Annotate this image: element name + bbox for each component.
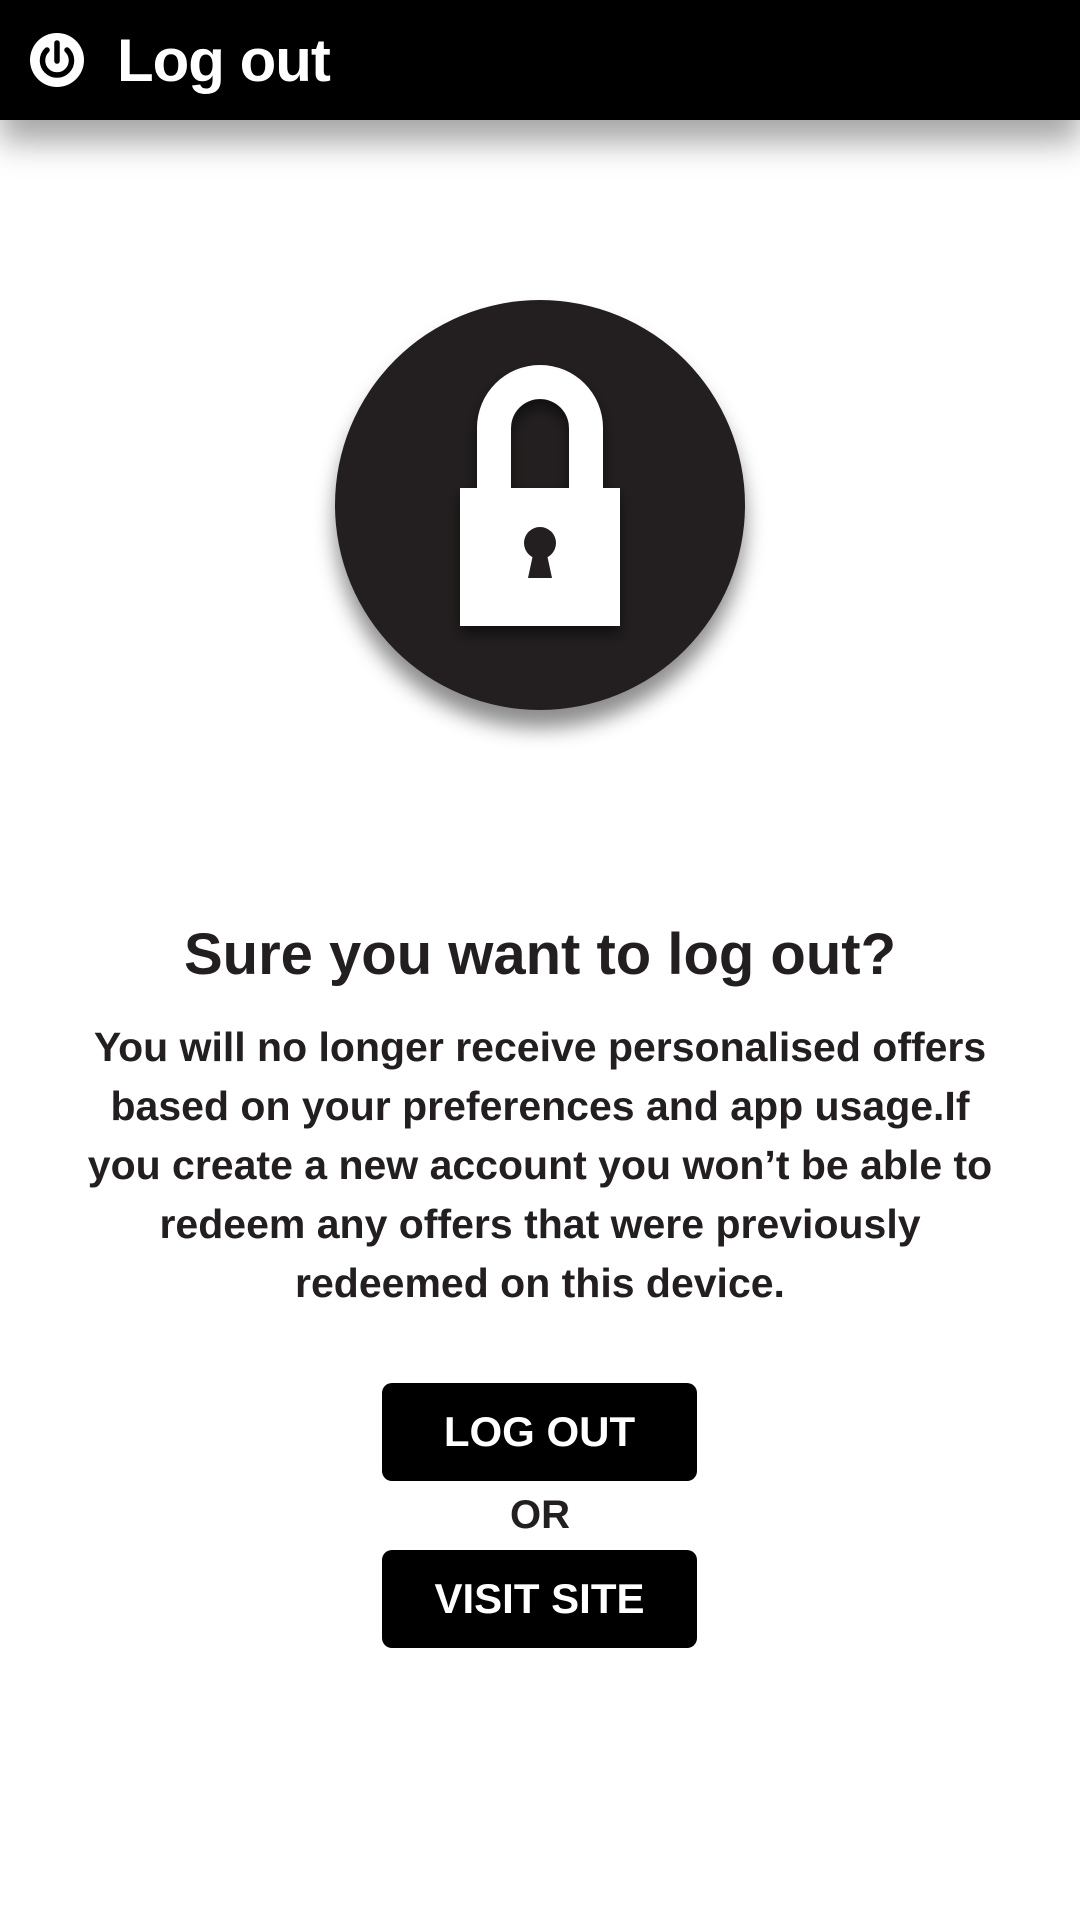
confirm-message: You will no longer receive personalised … [87,1024,993,1306]
log-out-button[interactable]: LOG OUT [382,1383,697,1481]
logout-screen: Log out Sure you want to log out? You wi… [0,0,1080,1920]
confirm-heading: Sure you want to log out? [183,922,897,987]
page-title: Log out [117,26,331,94]
visit-site-button[interactable]: VISIT SITE [382,1550,697,1648]
lock-badge [335,300,745,710]
app-bar: Log out [0,0,1080,120]
or-separator: OR [510,1493,570,1537]
lock-icon [460,365,620,626]
power-icon[interactable] [27,30,87,90]
